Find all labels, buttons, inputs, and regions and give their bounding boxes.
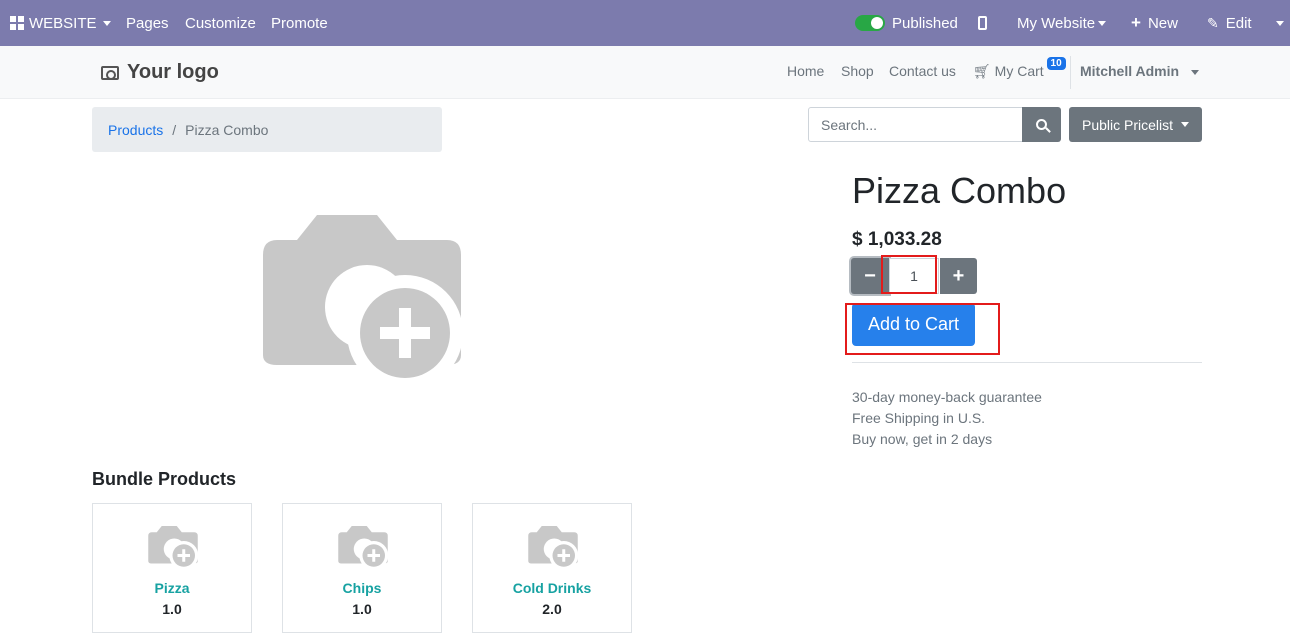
logo-text: Your logo xyxy=(127,61,219,83)
bundle-item-qty: 1.0 xyxy=(352,601,372,617)
breadcrumb-separator: / xyxy=(172,121,177,138)
caret-down-icon xyxy=(102,20,111,26)
quantity-increase-button[interactable]: + xyxy=(940,258,977,294)
site-header: Your logo Home Shop Contact us 🛒︎ My Car… xyxy=(0,46,1290,99)
quantity-decrease-button[interactable]: − xyxy=(851,258,889,294)
nav-contact-us[interactable]: Contact us xyxy=(889,63,956,79)
search-icon xyxy=(1036,119,1047,130)
product-title: Pizza Combo xyxy=(852,170,1067,211)
nav-home[interactable]: Home xyxy=(787,63,824,79)
caret-down-icon xyxy=(1181,122,1190,127)
search-input[interactable] xyxy=(808,107,1023,142)
toggle-switch-icon xyxy=(855,15,885,31)
bundle-card-pizza[interactable]: Pizza 1.0 xyxy=(92,503,252,633)
customize-menu[interactable]: Customize xyxy=(185,0,256,46)
website-menu-label: WEBSITE xyxy=(29,14,97,32)
pencil-icon: ✎ xyxy=(1207,14,1219,31)
my-website-label: My Website xyxy=(1017,14,1096,32)
edit-label: Edit xyxy=(1225,14,1252,32)
caret-down-icon xyxy=(1190,69,1199,75)
breadcrumb: Products / Pizza Combo xyxy=(92,107,442,152)
add-to-cart-button[interactable]: Add to Cart xyxy=(852,303,975,346)
pages-menu[interactable]: Pages xyxy=(126,0,169,46)
camera-add-icon xyxy=(338,526,388,570)
my-website-menu[interactable]: My Website xyxy=(1017,0,1107,46)
nav-shop[interactable]: Shop xyxy=(841,63,874,79)
bundle-item-name: Chips xyxy=(342,580,382,596)
camera-add-icon xyxy=(528,526,578,570)
site-logo[interactable]: Your logo xyxy=(101,61,219,84)
bundle-products-heading: Bundle Products xyxy=(92,469,237,489)
bundle-item-name: Cold Drinks xyxy=(512,580,592,596)
breadcrumb-products-link[interactable]: Products xyxy=(108,122,163,138)
divider xyxy=(1070,56,1071,89)
shopping-cart-icon: 🛒︎ xyxy=(973,63,991,79)
published-label: Published xyxy=(892,14,958,32)
new-label: New xyxy=(1147,14,1178,32)
breadcrumb-current: Pizza Combo xyxy=(185,121,269,138)
bundle-item-qty: 1.0 xyxy=(162,601,182,617)
bundle-item-qty: 2.0 xyxy=(542,601,562,617)
quantity-input[interactable] xyxy=(889,258,939,294)
mobile-phone-icon xyxy=(978,16,987,30)
bundle-card-chips[interactable]: Chips 1.0 xyxy=(282,503,442,633)
admin-bar: WEBSITE Pages Customize Promote Publishe… xyxy=(0,0,1290,46)
caret-down-icon xyxy=(1098,20,1107,26)
mobile-preview-button[interactable] xyxy=(978,0,987,46)
caret-down-icon xyxy=(1276,20,1284,26)
website-menu[interactable]: WEBSITE xyxy=(10,0,111,46)
pricelist-label: Public Pricelist xyxy=(1081,116,1174,133)
divider xyxy=(852,362,1202,363)
cart-count-badge: 10 xyxy=(1046,57,1066,70)
user-menu[interactable]: Mitchell Admin xyxy=(1080,63,1199,79)
new-button[interactable]: + New xyxy=(1131,0,1178,46)
bundle-item-name: Pizza xyxy=(154,580,190,596)
cart-label: My Cart xyxy=(994,63,1044,79)
camera-add-icon xyxy=(148,526,198,570)
product-price: $ 1,033.28 xyxy=(852,229,942,250)
search-button[interactable] xyxy=(1022,107,1061,142)
info-guarantee: 30-day money-back guarantee xyxy=(852,389,1042,405)
product-image-placeholder xyxy=(262,215,463,396)
camera-add-icon xyxy=(263,215,463,391)
plus-icon: + xyxy=(1131,13,1141,32)
pricelist-dropdown[interactable]: Public Pricelist xyxy=(1069,107,1202,142)
bundle-card-cold-drinks[interactable]: Cold Drinks 2.0 xyxy=(472,503,632,633)
edit-dropdown-toggle[interactable] xyxy=(1276,0,1284,46)
nav-my-cart[interactable]: 🛒︎ My Cart 10 xyxy=(973,57,1066,80)
info-delivery: Buy now, get in 2 days xyxy=(852,431,993,447)
apps-grid-icon xyxy=(10,16,24,30)
info-shipping: Free Shipping in U.S. xyxy=(852,410,986,426)
published-toggle[interactable]: Published xyxy=(855,0,958,46)
edit-button[interactable]: ✎ Edit xyxy=(1207,0,1252,46)
camera-icon xyxy=(101,65,119,80)
promote-menu[interactable]: Promote xyxy=(271,0,328,46)
user-name: Mitchell Admin xyxy=(1080,63,1180,79)
